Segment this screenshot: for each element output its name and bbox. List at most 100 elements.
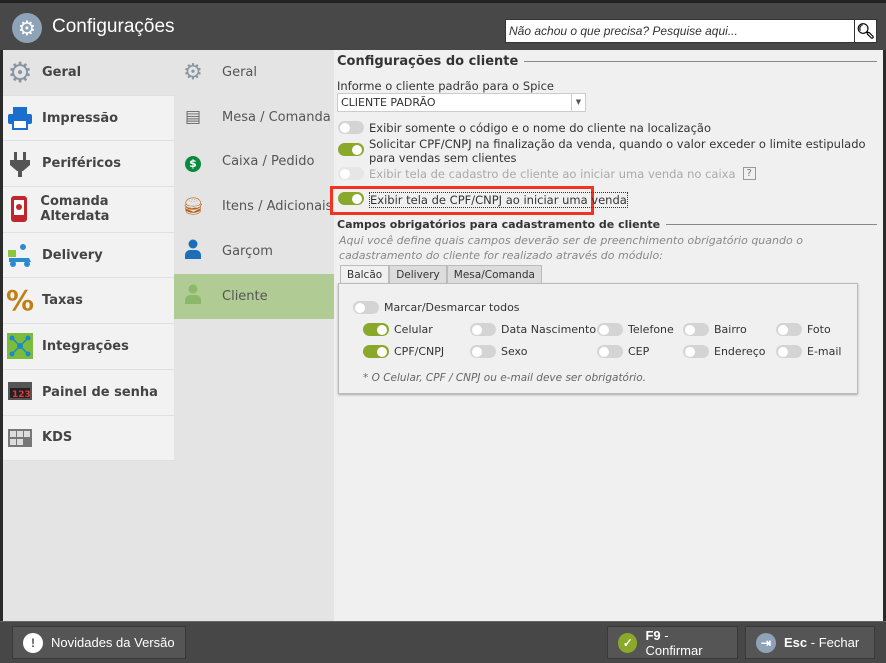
required-field-e-mail[interactable]: E-mail xyxy=(776,345,842,358)
subnav: ⚙ Geral ▤ Mesa / Comanda $ Caixa / Pedido 🍔… xyxy=(174,50,334,621)
field-label: Celular xyxy=(394,323,433,336)
kds-icon xyxy=(6,424,34,452)
subnav-item-label: Cliente xyxy=(222,288,268,304)
toggle-switch[interactable] xyxy=(470,345,496,358)
field-label: Data Nascimento xyxy=(501,323,597,336)
default-client-select[interactable]: CLIENTE PADRÃO ▼ xyxy=(337,93,586,112)
option-label: Solicitar CPF/CNPJ na finalização da ven… xyxy=(369,137,866,165)
option-label: Exibir somente o código e o nome do clie… xyxy=(369,121,711,135)
subnav-item-label: Mesa / Comanda xyxy=(222,109,331,125)
toggle-switch[interactable] xyxy=(338,143,364,156)
field-label: Foto xyxy=(807,323,831,336)
scooter-icon xyxy=(6,241,34,269)
required-field-cpf-cnpj[interactable]: CPF/CNPJ xyxy=(363,345,444,358)
footer: ! Novidades da Versão ✓ F9 - Confirmar ⇥ Es… xyxy=(0,621,886,663)
required-field-telefone[interactable]: Telefone xyxy=(597,323,674,336)
field-label: Sexo xyxy=(501,345,528,358)
field-label: Telefone xyxy=(628,323,674,336)
option-request-cpf[interactable]: Solicitar CPF/CNPJ na finalização da ven… xyxy=(338,137,878,165)
sidebar-item-impressao[interactable]: Impressão xyxy=(3,95,174,142)
section-title-text: Configurações do cliente xyxy=(337,54,519,69)
field-label: Endereço xyxy=(714,345,766,358)
subnav-item-caixa-pedido[interactable]: $ Caixa / Pedido xyxy=(174,140,334,185)
sidebar-item-delivery[interactable]: Delivery xyxy=(3,232,174,279)
required-field-sexo[interactable]: Sexo xyxy=(470,345,527,358)
sidebar-item-label: Delivery xyxy=(42,247,103,263)
subnav-item-geral[interactable]: ⚙ Geral xyxy=(174,50,334,95)
required-note: * O Celular, CPF / CNPJ ou e-mail deve s… xyxy=(363,372,646,384)
dollar-icon: $ xyxy=(182,152,204,172)
gear-icon: ⚙ xyxy=(183,59,203,85)
option-cpf-screen[interactable]: Exibir tela de CPF/CNPJ ao iniciar uma v… xyxy=(338,192,628,208)
toggle-all[interactable]: Marcar/Desmarcar todos xyxy=(353,301,520,314)
sidebar-item-integracoes[interactable]: Integrações xyxy=(3,324,174,370)
tab-balcao[interactable]: Balcão xyxy=(340,265,390,284)
sidebar-item-geral[interactable]: ⚙ Geral xyxy=(3,50,174,96)
confirm-button[interactable]: ✓ F9 - Confirmar xyxy=(607,626,738,659)
sidebar-item-comanda-alterdata[interactable]: Comanda Alterdata xyxy=(3,187,174,233)
waiter-icon xyxy=(182,239,204,264)
default-client-label: Informe o cliente padrão para o Spice xyxy=(337,79,555,93)
release-notes-button[interactable]: ! Novidades da Versão xyxy=(12,626,186,659)
sidebar: ⚙ Geral Impressão Periféricos Comanda Alt… xyxy=(3,50,174,621)
toggle-switch[interactable] xyxy=(597,323,623,336)
option-client-register-screen: Exibir tela de cadastro de cliente ao in… xyxy=(338,167,756,181)
toggle-switch[interactable] xyxy=(353,301,379,314)
gear-icon: ⚙ xyxy=(12,13,42,43)
subnav-item-label: Garçom xyxy=(222,244,273,260)
required-field-bairro[interactable]: Bairro xyxy=(683,323,747,336)
network-icon xyxy=(6,332,34,360)
search-icon[interactable]: 🔍︎ xyxy=(854,20,876,42)
sidebar-item-label: Geral xyxy=(42,64,82,80)
help-icon[interactable]: ? xyxy=(742,167,756,180)
client-settings-panel: Configurações do cliente Informe o clien… xyxy=(330,50,883,621)
subnav-item-cliente[interactable]: Cliente xyxy=(174,273,334,319)
toggle-switch[interactable] xyxy=(363,323,389,336)
toggle-switch[interactable] xyxy=(470,323,496,336)
toggle-switch[interactable] xyxy=(776,345,802,358)
toggle-switch[interactable] xyxy=(338,192,364,205)
subnav-item-mesa-comanda[interactable]: ▤ Mesa / Comanda xyxy=(174,95,334,140)
required-field-foto[interactable]: Foto xyxy=(776,323,831,336)
toggle-switch[interactable] xyxy=(363,345,389,358)
button-label: Novidades da Versão xyxy=(51,635,175,650)
required-field-endere-o[interactable]: Endereço xyxy=(683,345,766,358)
required-field-celular[interactable]: Celular xyxy=(363,323,433,336)
option-show-code-name[interactable]: Exibir somente o código e o nome do clie… xyxy=(338,121,711,135)
toggle-switch[interactable] xyxy=(338,121,364,134)
toggle-all-label: Marcar/Desmarcar todos xyxy=(384,301,520,314)
section-title-text: Campos obrigatórios para cadastramento d… xyxy=(337,218,661,231)
field-label: Bairro xyxy=(714,323,747,336)
section-title: Campos obrigatórios para cadastramento d… xyxy=(337,218,877,231)
subnav-item-itens-adicionais[interactable]: 🍔︎ Itens / Adicionais xyxy=(174,184,334,229)
toggle-switch[interactable] xyxy=(597,345,623,358)
percent-icon: % xyxy=(5,284,35,318)
button-label: Esc - Fechar xyxy=(784,635,859,650)
title-bar: ⚙ Configurações 🔍︎ xyxy=(0,0,886,50)
tab-mesa-comanda[interactable]: Mesa/Comanda xyxy=(446,265,542,284)
field-label: E-mail xyxy=(807,345,842,358)
required-field-cep[interactable]: CEP xyxy=(597,345,649,358)
subnav-item-label: Caixa / Pedido xyxy=(222,154,315,170)
chevron-down-icon[interactable]: ▼ xyxy=(571,94,585,111)
tab-delivery[interactable]: Delivery xyxy=(389,265,447,284)
svg-text:123: 123 xyxy=(12,390,31,400)
toggle-switch[interactable] xyxy=(683,323,709,336)
toggle-switch[interactable] xyxy=(683,345,709,358)
user-icon xyxy=(182,284,204,309)
toggle-switch xyxy=(338,167,364,180)
sidebar-item-taxas[interactable]: % Taxas xyxy=(3,278,174,325)
sidebar-item-kds[interactable]: KDS xyxy=(3,415,174,462)
search-input[interactable] xyxy=(506,20,854,42)
toggle-switch[interactable] xyxy=(776,323,802,336)
close-button[interactable]: ⇥ Esc - Fechar xyxy=(745,626,875,659)
required-field-data-nascimento[interactable]: Data Nascimento xyxy=(470,323,596,336)
section-title: Configurações do cliente xyxy=(337,54,877,69)
field-label: CPF/CNPJ xyxy=(394,345,445,358)
close-key: Esc xyxy=(784,635,808,650)
subnav-item-garcom[interactable]: Garçom xyxy=(174,229,334,274)
button-label: F9 - Confirmar xyxy=(645,628,727,658)
sidebar-item-perifericos[interactable]: Periféricos xyxy=(3,141,174,188)
alert-icon: ! xyxy=(23,632,43,653)
sidebar-item-painel-senha[interactable]: 123 Painel de senha xyxy=(3,369,174,416)
